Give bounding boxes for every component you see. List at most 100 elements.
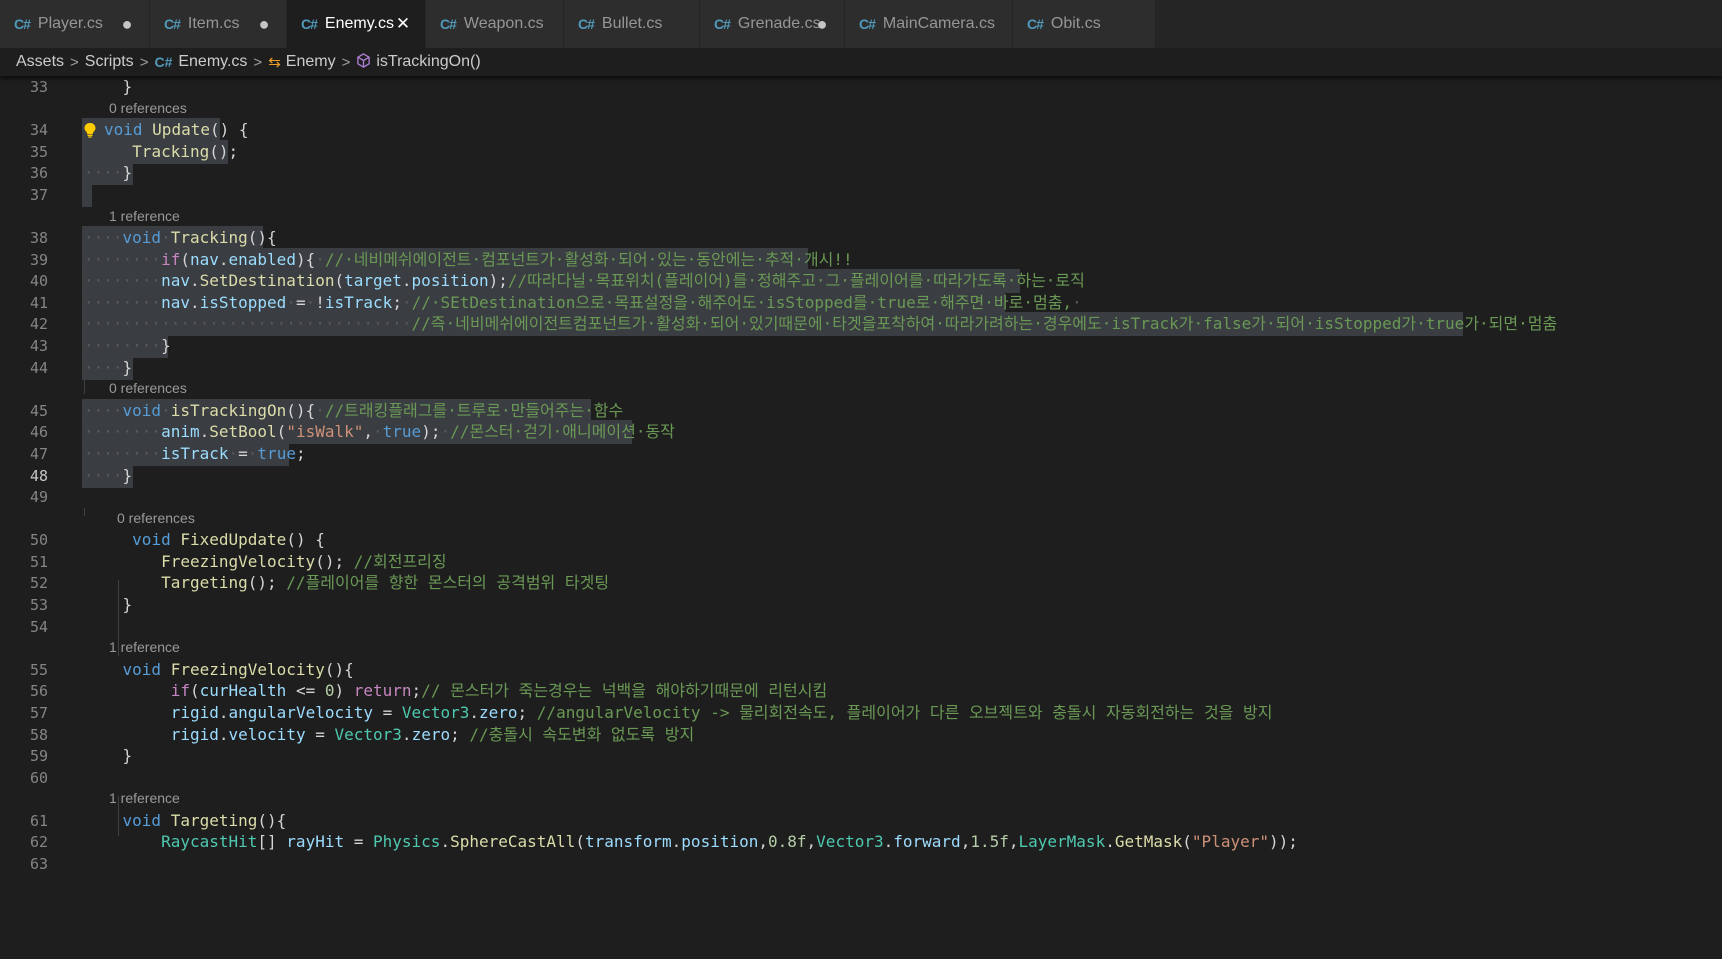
code-line[interactable]: void Update() { <box>104 118 249 142</box>
tab-item-cs[interactable]: C# Item.cs ● <box>150 0 287 48</box>
tab-player-cs[interactable]: C# Player.cs ● <box>0 0 150 48</box>
selection-highlight <box>82 182 92 207</box>
csharp-file-icon: C# <box>1027 16 1044 32</box>
code-token: Vector3 <box>334 724 402 744</box>
tab-obit-cs[interactable]: C# Obit.cs <box>1013 0 1156 48</box>
code-token: ; <box>411 681 422 701</box>
code-row: 57 rigid.angularVelocity = Vector3.zero;… <box>0 701 1722 725</box>
modified-dot-icon[interactable]: ● <box>254 0 274 48</box>
code-row: 42 ··································//즉·… <box>0 312 1722 337</box>
code-line[interactable]: void FreezingVelocity(){ <box>84 658 354 682</box>
tab-bullet-cs[interactable]: C# Bullet.cs <box>564 0 700 48</box>
code-token: . <box>218 702 229 722</box>
breadcrumb-item[interactable]: C# Enemy.cs <box>154 53 247 71</box>
code-token: void <box>122 810 162 830</box>
code-line[interactable]: ········nav.isStopped·=·!isTrack;·//·SEt… <box>84 291 1082 315</box>
code-token: ···· <box>84 400 123 420</box>
code-token: if <box>161 249 181 269</box>
code-line[interactable]: Tracking(); <box>84 140 238 164</box>
code-line[interactable]: } <box>84 593 133 617</box>
code-token: , <box>960 832 971 852</box>
code-token: ···· <box>84 357 123 377</box>
code-token: = <box>295 292 306 312</box>
code-token: (){ <box>247 228 277 247</box>
codelens-references[interactable]: 0 references <box>109 98 187 118</box>
code-line[interactable]: } <box>84 744 133 768</box>
codelens-references[interactable]: 0 references <box>117 508 195 528</box>
breadcrumb-label: Enemy.cs <box>178 53 248 70</box>
code-token: ( <box>276 422 287 442</box>
codelens-references[interactable]: 1 reference <box>109 788 180 808</box>
code-line[interactable]: ····} <box>84 356 132 380</box>
codelens-references[interactable]: 1 reference <box>109 637 180 657</box>
line-number: 50 <box>29 531 48 550</box>
code-line[interactable]: ··································//즉·네비… <box>84 312 1557 336</box>
code-line[interactable]: void Targeting(){ <box>84 809 287 833</box>
code-token: //회전프리징 <box>353 551 447 571</box>
code-row: 40 ········nav.SetDestination(target.posi… <box>0 269 1722 294</box>
breadcrumb-item[interactable]: ⇆ Enemy <box>268 53 335 71</box>
code-line[interactable]: ····void·isTrackingOn(){·//트래킹플래그를·트루로·만… <box>84 399 623 423</box>
breadcrumb-item[interactable]: isTrackingOn() <box>356 52 481 72</box>
code-line[interactable]: Targeting(); //플레이어를 향한 몬스터의 공격범위 타겟팅 <box>84 571 609 595</box>
tab-grenade-cs[interactable]: C# Grenade.cs ● <box>700 0 845 48</box>
tab-maincamera-cs[interactable]: C# MainCamera.cs <box>845 0 1013 48</box>
code-token: . <box>671 832 682 852</box>
code-token: ( <box>1182 832 1192 852</box>
code-token: Update <box>152 120 210 140</box>
code-token: . <box>401 724 412 744</box>
breadcrumb-item[interactable]: Scripts <box>85 53 134 71</box>
breadcrumb-label: isTrackingOn() <box>376 53 481 70</box>
code-line[interactable]: RaycastHit[] rayHit = Physics.SphereCast… <box>84 830 1298 854</box>
code-line[interactable]: ····void·Tracking(){ <box>84 226 277 250</box>
codelens-references[interactable]: 0 references <box>109 378 187 398</box>
code-line[interactable]: ········isTrack·=·true; <box>84 442 306 466</box>
code-token: isTrack <box>324 292 393 312</box>
close-icon[interactable]: ✕ <box>393 0 413 48</box>
code-line[interactable]: rigid.angularVelocity = Vector3.zero; //… <box>84 701 1273 725</box>
code-line[interactable]: ········anim.SetBool("isWalk",·true);·//… <box>84 420 675 444</box>
code-token: · <box>373 422 383 442</box>
code-token: . <box>199 422 210 442</box>
codelens-references[interactable]: 1 reference <box>109 206 180 226</box>
code-line[interactable]: ········if(nav.enabled){·//·네비메쉬에이전트·컴포넌… <box>84 248 853 272</box>
code-token: ); <box>488 271 508 291</box>
code-token: ; <box>295 443 306 463</box>
code-line[interactable]: rigid.velocity = Vector3.zero; //충돌시 속도변… <box>84 723 694 747</box>
code-line[interactable]: void FixedUpdate() { <box>84 528 325 552</box>
breadcrumb-item[interactable]: Assets <box>16 53 64 71</box>
tab-enemy-cs[interactable]: C# Enemy.cs ✕ <box>287 0 426 48</box>
code-token: 0.8f <box>768 832 807 852</box>
code-token: ( <box>189 681 200 701</box>
code-token: ! <box>315 292 325 312</box>
modified-dot-icon[interactable]: ● <box>117 0 137 48</box>
code-token: Targeting <box>170 810 258 830</box>
indent-guide <box>118 796 119 836</box>
code-token: rigid <box>170 702 219 722</box>
code-token: () <box>209 120 230 140</box>
code-token: . <box>189 292 200 312</box>
code-token: Vector3 <box>401 702 470 722</box>
modified-dot-icon[interactable]: ● <box>812 0 832 48</box>
code-line[interactable]: if(curHealth <= 0) return;// 몬스터가 죽는경우는 … <box>84 679 827 703</box>
tab-weapon-cs[interactable]: C# Weapon.cs <box>426 0 564 48</box>
lightbulb-icon[interactable] <box>82 118 98 142</box>
code-token: , <box>363 422 374 442</box>
code-row: 50 void FixedUpdate() { <box>0 528 1722 552</box>
code-line[interactable]: ····} <box>84 464 132 488</box>
code-token: Targeting <box>161 573 248 593</box>
code-line[interactable]: ········nav.SetDestination(target.positi… <box>84 269 1085 293</box>
code-editor[interactable]: 33 } 0 references 34 void Update() {35 Trac… <box>0 76 1722 959</box>
code-token: · <box>161 228 171 247</box>
code-line[interactable]: ········} <box>84 334 171 358</box>
code-token: nav <box>161 292 190 312</box>
code-line[interactable]: FreezingVelocity(); //회전프리징 <box>84 550 447 574</box>
code-token: ; <box>517 702 537 722</box>
code-row: 35 Tracking(); <box>0 139 1722 164</box>
code-line[interactable]: } <box>84 76 133 99</box>
code-line[interactable]: ····} <box>84 161 132 185</box>
code-token: ){ <box>295 249 316 269</box>
